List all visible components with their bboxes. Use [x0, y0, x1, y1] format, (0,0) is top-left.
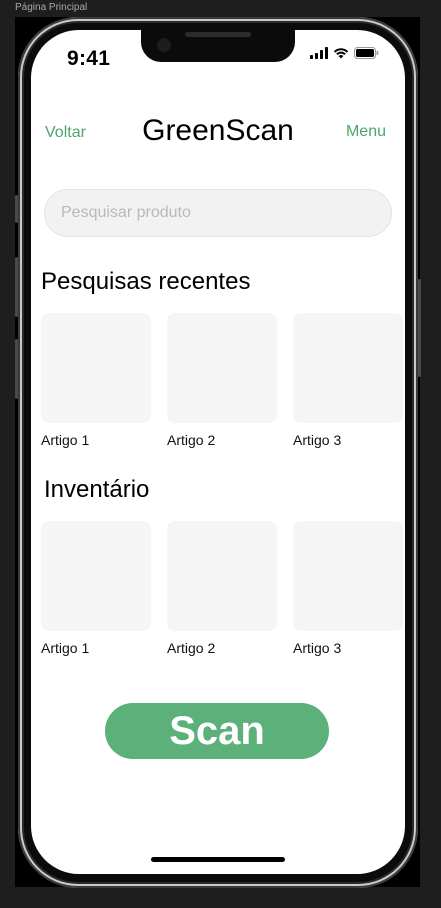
wifi-icon: [333, 48, 349, 59]
scan-button[interactable]: Scan: [105, 703, 329, 759]
item-thumbnail[interactable]: [41, 521, 151, 631]
volume-down-button: [15, 339, 18, 399]
recent-searches-title: Pesquisas recentes: [41, 268, 251, 295]
item-label: Artigo 2: [167, 640, 216, 656]
item-thumbnail[interactable]: [293, 313, 403, 423]
battery-icon: [354, 47, 379, 59]
item-label: Artigo 1: [41, 432, 90, 448]
item-thumbnail[interactable]: [167, 313, 277, 423]
status-icons: [310, 47, 379, 59]
item-thumbnail[interactable]: [41, 313, 151, 423]
camera-icon: [157, 38, 171, 52]
search-bar[interactable]: [44, 189, 392, 237]
recent-searches-row: Artigo 1 Artigo 2 Artigo 3: [41, 313, 403, 448]
recent-item-2[interactable]: Artigo 2: [167, 313, 277, 448]
home-indicator[interactable]: [151, 857, 285, 862]
frame-label: Página Principal: [15, 2, 88, 13]
inventory-item-2[interactable]: Artigo 2: [167, 521, 277, 656]
notch: [141, 30, 295, 62]
inventory-row: Artigo 1 Artigo 2 Artigo 3: [41, 521, 403, 656]
inventory-item-1[interactable]: Artigo 1: [41, 521, 151, 656]
status-time: 9:41: [67, 47, 111, 70]
item-thumbnail[interactable]: [167, 521, 277, 631]
recent-item-1[interactable]: Artigo 1: [41, 313, 151, 448]
search-input[interactable]: [45, 190, 391, 236]
item-label: Artigo 3: [293, 640, 342, 656]
recent-item-3[interactable]: Artigo 3: [293, 313, 403, 448]
silent-switch: [15, 195, 18, 223]
item-label: Artigo 2: [167, 432, 216, 448]
signal-icon: [310, 47, 328, 59]
app-screen: 9:41 Voltar GreenScan Menu Pesquisas rec…: [31, 30, 405, 874]
menu-link[interactable]: Menu: [346, 123, 386, 141]
item-label: Artigo 3: [293, 432, 342, 448]
speaker: [185, 32, 251, 37]
power-button: [418, 279, 421, 377]
volume-up-button: [15, 257, 18, 317]
inventory-item-3[interactable]: Artigo 3: [293, 521, 403, 656]
item-thumbnail[interactable]: [293, 521, 403, 631]
inventory-title: Inventário: [44, 476, 150, 503]
item-label: Artigo 1: [41, 640, 90, 656]
